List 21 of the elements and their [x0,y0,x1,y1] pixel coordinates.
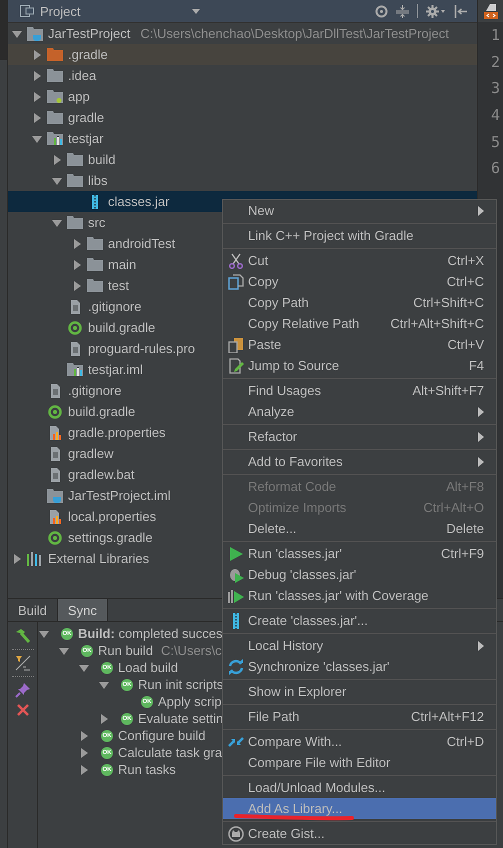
shortcut-hint: Ctrl+X [448,253,484,268]
project-path: C:\Users\chenchao\Desktop\JarDllTest\JarTestProject [140,26,449,41]
line-number: 6 [490,158,501,180]
shortcut-hint: Delete [446,521,484,536]
shortcut-hint: F4 [468,358,484,373]
shortcut-hint: Ctrl+Shift+C [413,295,484,310]
line-number: 4 [490,105,501,126]
line-number: 3 [490,78,501,100]
line-number: 1 [490,25,501,46]
shortcut-hint: Ctrl+Alt+Shift+C [390,316,484,331]
shortcut-hint: Ctrl+C [446,274,484,289]
build-path: C:\Users\c [160,643,222,658]
shortcut-hint: Ctrl+Alt+F12 [411,709,484,724]
shortcut-hint: Ctrl+Alt+O [423,500,484,515]
shortcut-hint: Ctrl+D [446,734,484,749]
shortcut-hint: Alt+F8 [446,479,484,494]
shortcut-hint: Alt+Shift+F7 [412,383,484,398]
line-number: 5 [490,132,501,153]
shortcut-hint: Ctrl+V [448,337,484,352]
shortcut-hint: Ctrl+F9 [441,546,484,561]
line-number: 2 [490,52,501,73]
